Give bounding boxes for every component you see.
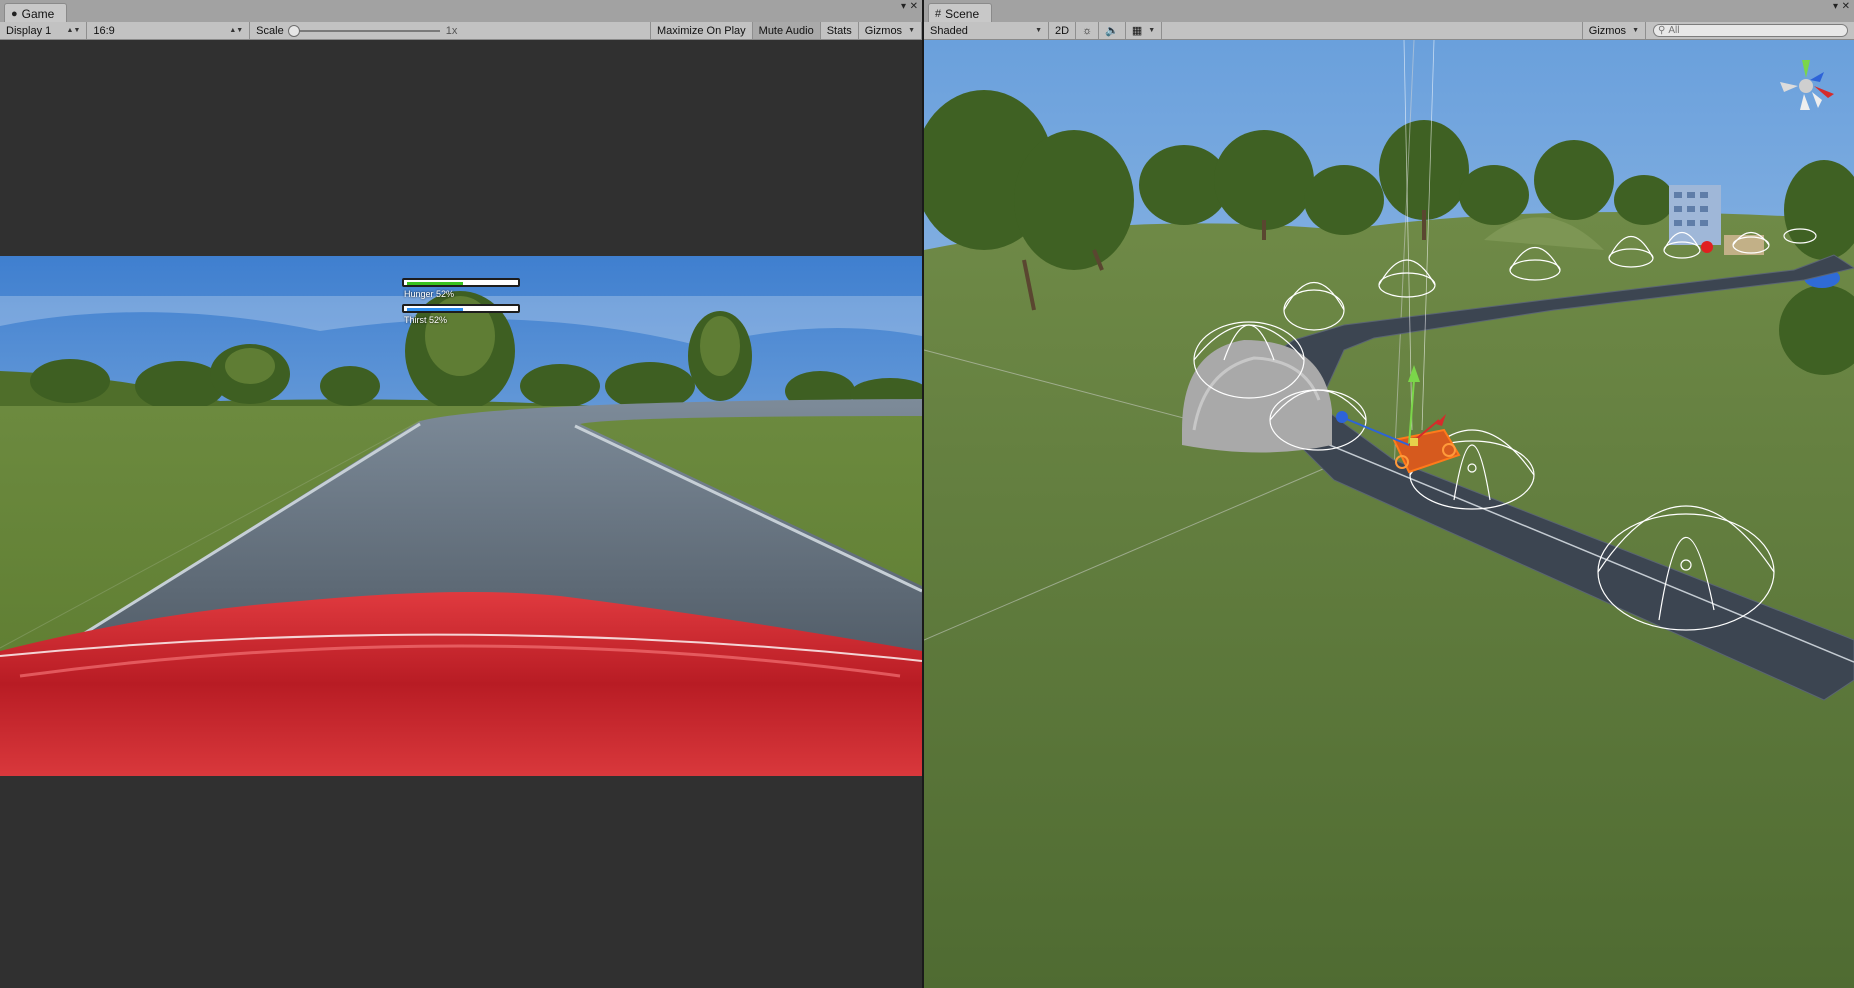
lighting-toggle[interactable]: ☼ xyxy=(1076,22,1100,39)
scale-control: Scale 1x xyxy=(250,22,652,39)
stats-button[interactable]: Stats xyxy=(821,22,859,39)
search-icon: ⚲ xyxy=(1658,25,1666,36)
tab-game-label: Game xyxy=(21,6,55,21)
audio-toggle[interactable]: 🔈 xyxy=(1099,22,1126,39)
dropdown-arrow-icon: ▼ xyxy=(1148,27,1156,34)
dropdown-arrow-icon: ▲▼ xyxy=(66,27,81,34)
lighting-icon: ☼ xyxy=(1082,24,1093,37)
scene-toolbar: Shaded ▼ 2D ☼ 🔈 ▦ ▼ Gizmos ▼ ⚲ xyxy=(924,22,1854,40)
dropdown-arrow-icon: ▼ xyxy=(908,27,915,34)
scene-tab-bar: # Scene ▾ ✕ xyxy=(924,0,1854,23)
hunger-label: Hunger 52% xyxy=(404,289,455,299)
game-tab-bar: ● Game ▾ ✕ xyxy=(0,0,922,23)
shading-mode-value: Shaded xyxy=(930,24,968,37)
scale-value: 1x xyxy=(445,24,458,37)
dropdown-arrow-icon: ▼ xyxy=(1632,27,1639,34)
dropdown-arrow-icon: ▼ xyxy=(1035,27,1042,34)
aspect-dropdown[interactable]: 16:9 ▲▼ xyxy=(87,22,251,39)
scene-render xyxy=(924,40,1854,988)
thirst-label: Thirst 52% xyxy=(404,315,448,325)
game-panel: ● Game ▾ ✕ Display 1 ▲▼ 16:9 ▲▼ Scale 1x… xyxy=(0,0,922,988)
scene-gizmo-icon[interactable] xyxy=(1774,48,1844,118)
tab-scene-label: Scene xyxy=(945,6,980,21)
panel-menu-icon[interactable]: ▾ xyxy=(1833,1,1838,12)
effects-dropdown[interactable]: ▦ ▼ xyxy=(1126,22,1163,39)
hunger-bar-fill xyxy=(407,282,464,285)
toggle-2d-button[interactable]: 2D xyxy=(1049,22,1077,39)
thirst-bar xyxy=(402,304,520,313)
scene-viewport[interactable] xyxy=(924,40,1854,988)
hud-stats: Hunger 52% Thirst 52% xyxy=(402,278,520,330)
effects-icon: ▦ xyxy=(1131,25,1143,37)
tab-scene[interactable]: # Scene xyxy=(928,3,993,23)
game-gizmos-label: Gizmos xyxy=(864,24,903,37)
game-toolbar: Display 1 ▲▼ 16:9 ▲▼ Scale 1x Maximize O… xyxy=(0,22,922,40)
scale-label: Scale xyxy=(256,24,284,37)
maximize-on-play-button[interactable]: Maximize On Play xyxy=(651,22,753,39)
dropdown-arrow-icon: ▲▼ xyxy=(229,27,244,34)
hierarchy-search[interactable]: ⚲ xyxy=(1653,24,1848,37)
game-viewport[interactable]: Hunger 52% Thirst 52% xyxy=(0,256,922,776)
scene-panel: # Scene ▾ ✕ Shaded ▼ 2D ☼ 🔈 ▦ ▼ Gizmos ▼… xyxy=(924,0,1854,988)
mute-audio-button[interactable]: Mute Audio xyxy=(752,22,821,39)
scale-slider[interactable] xyxy=(287,24,440,37)
game-scene-render xyxy=(0,256,922,776)
aspect-value: 16:9 xyxy=(93,24,115,37)
tab-game[interactable]: ● Game xyxy=(4,3,68,23)
audio-icon: 🔈 xyxy=(1105,25,1119,37)
close-icon[interactable]: ✕ xyxy=(910,1,918,12)
thirst-bar-fill xyxy=(407,308,464,311)
scene-gizmos-label: Gizmos xyxy=(1588,24,1627,37)
game-gizmos-dropdown[interactable]: Gizmos ▼ xyxy=(859,22,922,39)
search-input[interactable] xyxy=(1668,25,1829,36)
close-icon[interactable]: ✕ xyxy=(1842,1,1850,12)
scene-tab-icon: # xyxy=(935,7,942,20)
scene-gizmos-dropdown[interactable]: Gizmos ▼ xyxy=(1581,22,1646,39)
display-dropdown[interactable]: Display 1 ▲▼ xyxy=(0,22,88,39)
scale-slider-handle[interactable] xyxy=(287,24,300,37)
shading-mode-dropdown[interactable]: Shaded ▼ xyxy=(924,22,1049,39)
panel-menu-icon[interactable]: ▾ xyxy=(901,1,906,12)
display-value: Display 1 xyxy=(6,24,52,37)
hunger-bar xyxy=(402,278,520,287)
game-tab-icon: ● xyxy=(11,7,18,20)
